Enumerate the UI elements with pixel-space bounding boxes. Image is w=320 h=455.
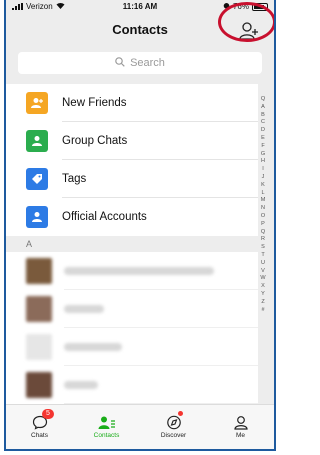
section-header-a: A bbox=[6, 236, 258, 252]
tab-label: Contacts bbox=[93, 432, 120, 439]
index-letter[interactable]: Q bbox=[261, 96, 265, 104]
menu-item-label: Tags bbox=[62, 173, 87, 185]
contact-menu-list: New Friends Group Chats Tags Official Ac… bbox=[6, 84, 258, 236]
group-chats-icon bbox=[26, 130, 48, 152]
menu-item-new-friends[interactable]: New Friends bbox=[6, 84, 258, 122]
alphabet-index[interactable]: Q A B C D E F G H I J K L M N O P Q R S T U V W X Y Z # bbox=[258, 96, 268, 314]
avatar bbox=[26, 372, 52, 398]
search-icon bbox=[115, 56, 125, 70]
index-letter[interactable]: I bbox=[262, 166, 264, 174]
tags-icon bbox=[26, 168, 48, 190]
search-bar[interactable]: Search bbox=[18, 52, 262, 74]
index-letter[interactable]: D bbox=[261, 127, 265, 135]
index-letter[interactable]: B bbox=[261, 112, 265, 120]
me-icon bbox=[233, 416, 248, 430]
phone-screen: Verizon 11:16 AM 76% Contacts Search New… bbox=[4, 0, 276, 451]
index-letter[interactable]: Q bbox=[261, 229, 265, 237]
tab-label: Chats bbox=[31, 432, 48, 439]
menu-item-label: Official Accounts bbox=[62, 211, 147, 223]
index-letter[interactable]: U bbox=[261, 260, 265, 268]
index-letter[interactable]: # bbox=[261, 307, 264, 315]
menu-item-group-chats[interactable]: Group Chats bbox=[6, 122, 258, 160]
index-letter[interactable]: Y bbox=[261, 291, 265, 299]
index-letter[interactable]: N bbox=[261, 205, 265, 213]
index-letter[interactable]: M bbox=[261, 197, 266, 205]
contact-row[interactable] bbox=[6, 252, 258, 290]
contact-name-redacted bbox=[64, 305, 104, 313]
avatar bbox=[26, 296, 52, 322]
tab-discover[interactable]: Discover bbox=[140, 405, 207, 449]
discover-dot bbox=[178, 411, 183, 416]
tab-chats[interactable]: 5 Chats bbox=[6, 405, 73, 449]
tab-label: Me bbox=[235, 432, 246, 439]
chats-badge: 5 bbox=[42, 409, 54, 419]
index-letter[interactable]: X bbox=[261, 283, 265, 291]
index-letter[interactable]: C bbox=[261, 119, 265, 127]
index-letter[interactable]: P bbox=[261, 221, 265, 229]
tab-label: Discover bbox=[160, 432, 187, 439]
index-letter[interactable]: H bbox=[261, 158, 265, 166]
discover-icon bbox=[166, 415, 181, 430]
index-letter[interactable]: O bbox=[261, 213, 265, 221]
index-letter[interactable]: L bbox=[261, 190, 264, 198]
contact-row[interactable] bbox=[6, 328, 258, 366]
contact-name-redacted bbox=[64, 381, 98, 389]
menu-item-label: Group Chats bbox=[62, 135, 128, 147]
contact-row[interactable] bbox=[6, 290, 258, 328]
index-letter[interactable]: K bbox=[261, 182, 265, 190]
index-letter[interactable]: J bbox=[262, 174, 265, 182]
index-letter[interactable]: T bbox=[261, 252, 264, 260]
index-letter[interactable]: F bbox=[261, 143, 264, 151]
contacts-icon bbox=[98, 416, 115, 429]
contact-name-redacted bbox=[64, 343, 122, 351]
menu-item-label: New Friends bbox=[62, 97, 127, 109]
index-letter[interactable]: A bbox=[261, 104, 265, 112]
tab-bar: 5 Chats Contacts Discover Me bbox=[6, 404, 274, 449]
tab-me[interactable]: Me bbox=[207, 405, 274, 449]
highlight-circle bbox=[218, 2, 274, 42]
index-letter[interactable]: W bbox=[260, 275, 265, 283]
official-accounts-icon bbox=[26, 206, 48, 228]
new-friends-icon bbox=[26, 92, 48, 114]
menu-item-official-accounts[interactable]: Official Accounts bbox=[6, 198, 258, 236]
index-letter[interactable]: R bbox=[261, 236, 265, 244]
menu-item-tags[interactable]: Tags bbox=[6, 160, 258, 198]
index-letter[interactable]: Z bbox=[261, 299, 264, 307]
tab-contacts[interactable]: Contacts bbox=[73, 405, 140, 449]
avatar bbox=[26, 258, 52, 284]
search-placeholder: Search bbox=[130, 57, 165, 69]
contact-name-redacted bbox=[64, 267, 214, 275]
avatar bbox=[26, 334, 52, 360]
index-letter[interactable]: E bbox=[261, 135, 265, 143]
index-letter[interactable]: V bbox=[261, 268, 265, 276]
contact-row[interactable] bbox=[6, 366, 258, 404]
index-letter[interactable]: S bbox=[261, 244, 265, 252]
contact-list bbox=[6, 252, 258, 404]
index-letter[interactable]: G bbox=[261, 151, 265, 159]
